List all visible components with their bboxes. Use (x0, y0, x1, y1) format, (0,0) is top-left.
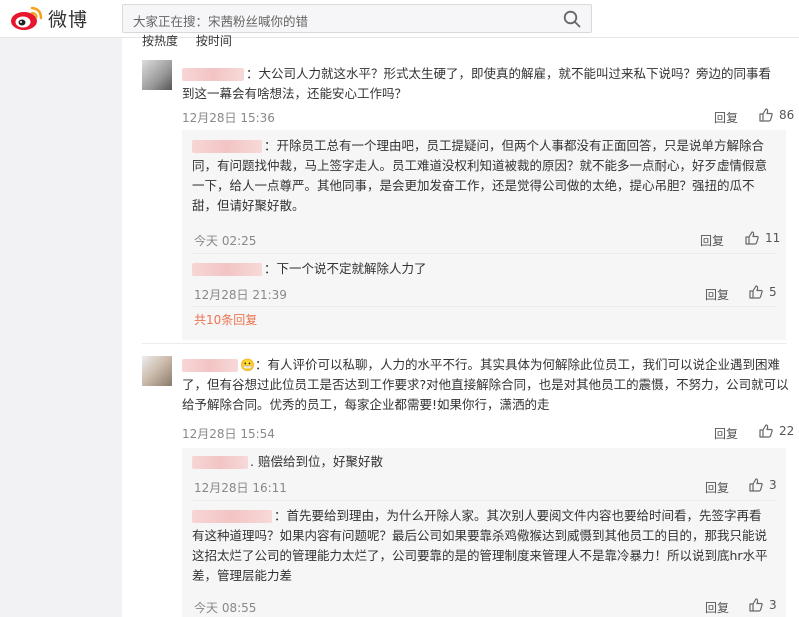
reply-button[interactable]: 回复 (714, 425, 738, 442)
thumbs-up-icon (749, 285, 763, 299)
comment-time: 12月28日 15:54 (182, 427, 275, 441)
avatar[interactable] (142, 60, 172, 90)
emoji-icon: 😬 (240, 358, 255, 372)
logo-text: 微博 (48, 8, 89, 31)
divider (142, 343, 787, 344)
divider (192, 306, 776, 307)
thumbs-up-icon (745, 231, 759, 245)
thumbs-up-icon (749, 478, 763, 492)
search-placeholder: 大家正在搜：宋茜粉丝喊你的错 (133, 14, 309, 29)
reply-button[interactable]: 回复 (705, 479, 729, 496)
reply-text: ：下一个说不定就解除人力了 (192, 259, 772, 279)
search-icon[interactable] (563, 10, 581, 28)
reply-button[interactable]: 回复 (705, 286, 729, 303)
reply-text: ：开除员工总有一个理由吧，员工提疑问，但两个人事都没有正面回答，只是说单方解除合… (192, 138, 768, 213)
like-count: 3 (769, 598, 777, 612)
reply-thread: ：开除员工总有一个理由吧，员工提疑问，但两个人事都没有正面回答，只是说单方解除合… (182, 130, 786, 340)
comment-text: ：大公司人力就这水平？形式太生硬了，即使真的解雇，就不能叫过来私下说吗？旁边的同… (182, 66, 772, 101)
reply-time: 今天 02:25 (194, 234, 257, 248)
top-bar: 微博 大家正在搜：宋茜粉丝喊你的错 (0, 0, 799, 38)
thumbs-up-icon (759, 108, 773, 122)
like-button[interactable]: 3 (749, 598, 777, 612)
like-count: 11 (765, 231, 781, 245)
like-button[interactable]: 3 (749, 478, 777, 492)
reply-button[interactable]: 回复 (700, 232, 724, 249)
like-count: 3 (769, 478, 777, 492)
reply-thread: . 赔偿给到位，好聚好散 12月28日 16:11 回复 3 ：首先要给到理由，… (182, 448, 786, 617)
reply-button[interactable]: 回复 (714, 109, 738, 126)
username-redacted[interactable] (192, 263, 262, 276)
thumbs-up-icon (749, 598, 763, 612)
sort-time[interactable]: 按时间 (196, 34, 232, 48)
username-redacted[interactable] (192, 140, 262, 153)
like-button[interactable]: 86 (759, 108, 794, 122)
like-button[interactable]: 11 (745, 231, 780, 245)
reply-button[interactable]: 回复 (705, 599, 729, 616)
like-count: 22 (779, 424, 795, 438)
reply-time: 12月28日 21:39 (194, 288, 287, 302)
divider (192, 253, 776, 254)
more-replies-link[interactable]: 共10条回复 (194, 311, 257, 328)
sort-hot[interactable]: 按热度 (142, 34, 178, 48)
username-redacted[interactable] (192, 510, 272, 523)
like-count: 5 (769, 285, 777, 299)
comment-time: 12月28日 15:36 (182, 111, 275, 125)
search-box[interactable]: 大家正在搜：宋茜粉丝喊你的错 (122, 4, 592, 33)
like-count: 86 (779, 108, 795, 122)
comment-text: 😬：有人评价可以私聊，人力的水平不行。其实具体为何解除此位员工，我们可以说企业遇… (182, 357, 789, 412)
thumbs-up-icon (759, 424, 773, 438)
reply-time: 今天 08:55 (194, 601, 257, 615)
weibo-logo[interactable]: 微博 (10, 4, 88, 32)
divider (192, 500, 776, 501)
username-redacted[interactable] (182, 359, 238, 372)
comment-panel: 按热度 按时间 ：大公司人力就这水平？形式太生硬了，即使真的解雇，就不能叫过来私… (122, 34, 799, 617)
reply-text: . 赔偿给到位，好聚好散 (192, 452, 772, 472)
reply-time: 12月28日 16:11 (194, 481, 287, 495)
avatar[interactable] (142, 356, 172, 386)
reply-text: ：首先要给到理由，为什么开除人家。其次别人要阅文件内容也要给时间看，先签字再看有… (192, 508, 768, 583)
sort-bar: 按热度 按时间 (142, 34, 246, 55)
weibo-eye-icon (10, 4, 44, 32)
like-button[interactable]: 5 (749, 285, 777, 299)
like-button[interactable]: 22 (759, 424, 794, 438)
username-redacted[interactable] (192, 456, 248, 469)
username-redacted[interactable] (182, 68, 244, 81)
